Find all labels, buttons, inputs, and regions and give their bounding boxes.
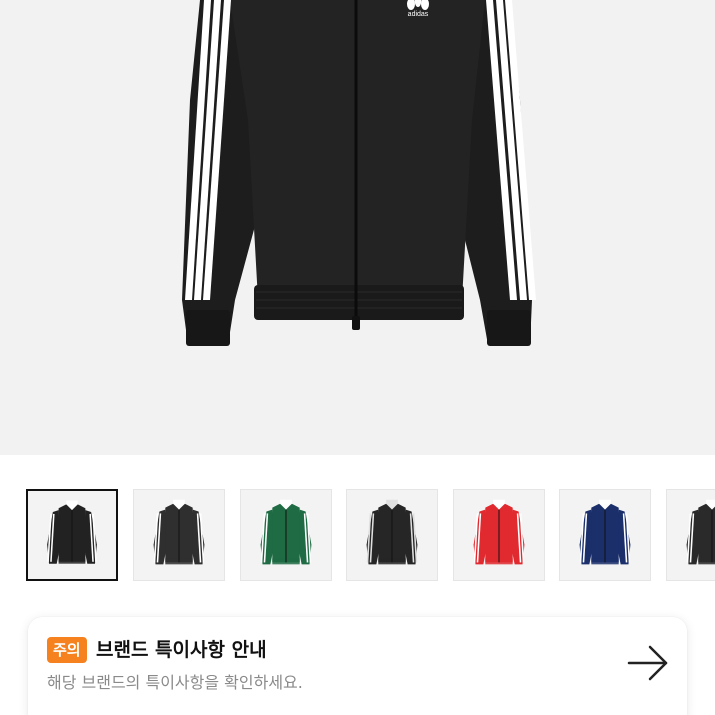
black-track-jacket-thumbnail (366, 499, 418, 565)
navy-track-jacket-thumbnail (579, 499, 631, 565)
brand-notice-card[interactable]: 주의 브랜드 특이사항 안내 해당 브랜드의 특이사항을 확인하세요. (28, 617, 687, 715)
black-track-jacket-image: adidas (182, 0, 536, 346)
red-track-jacket-thumbnail (473, 499, 525, 565)
thumbnail-4[interactable] (346, 489, 438, 581)
product-detail-page: adidas 주의 브랜드 특이사항 안내 해당 브랜드의 특이사항을 확인하세… (0, 0, 715, 715)
green-track-jacket-thumbnail (260, 499, 312, 565)
product-thumbnail-strip (0, 455, 715, 605)
thumbnail-7[interactable] (666, 489, 715, 581)
caution-badge: 주의 (47, 637, 87, 663)
thumbnail-1[interactable] (26, 489, 118, 581)
thumbnail-3[interactable] (240, 489, 332, 581)
brand-logo-text: adidas (408, 11, 429, 18)
notice-subtitle: 해당 브랜드의 특이사항을 확인하세요. (47, 673, 303, 692)
black-white-track-jacket-thumbnail (153, 499, 205, 565)
notice-title: 브랜드 특이사항 안내 (96, 639, 267, 661)
black-track-jacket-thumbnail (686, 499, 715, 565)
product-main-image[interactable]: adidas (0, 0, 715, 455)
thumbnail-5[interactable] (453, 489, 545, 581)
thumbnail-6[interactable] (559, 489, 651, 581)
black-track-jacket-thumbnail (47, 500, 97, 564)
arrow-right-icon[interactable] (626, 641, 670, 685)
thumbnail-2[interactable] (133, 489, 225, 581)
